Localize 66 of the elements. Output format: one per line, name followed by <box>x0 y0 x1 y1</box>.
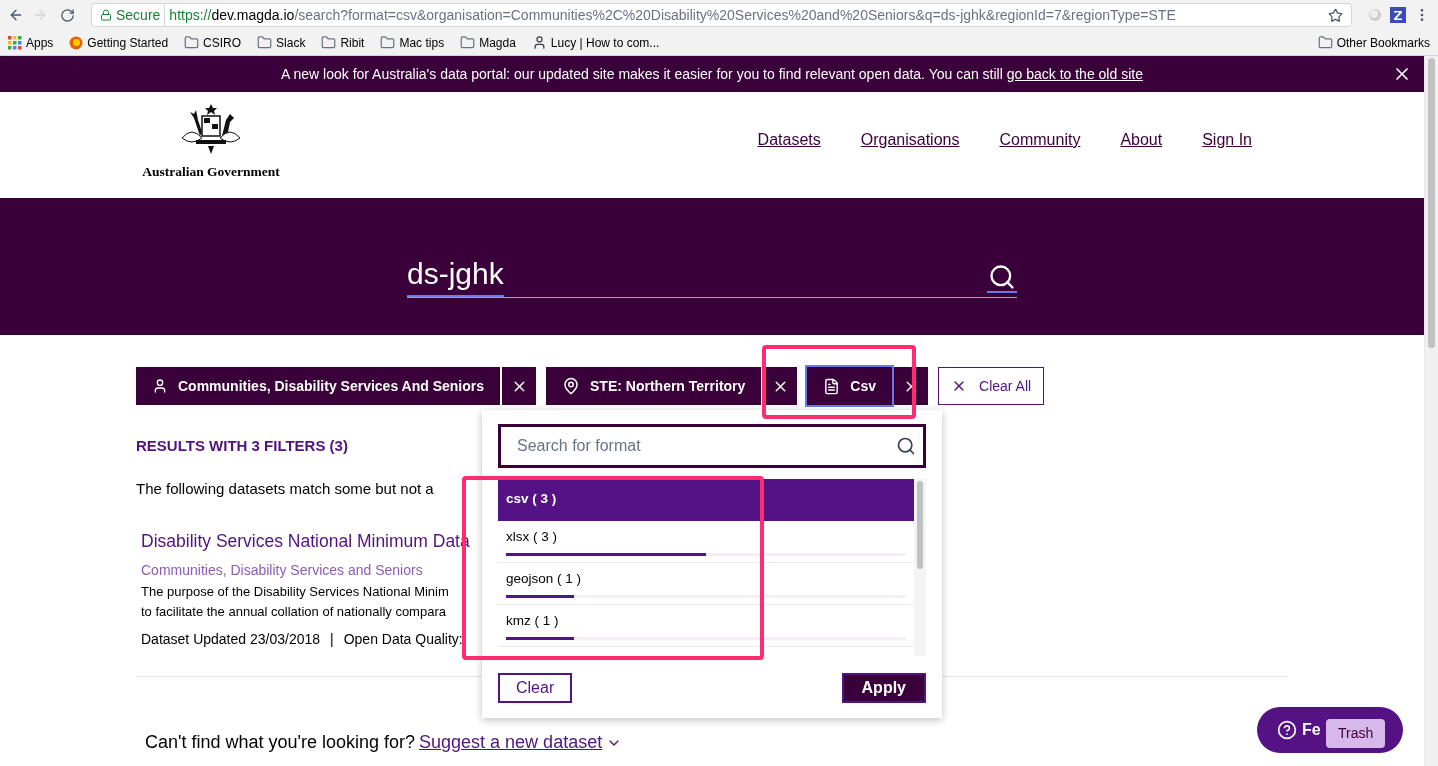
tooltip: Trash <box>1326 719 1386 748</box>
folder-icon <box>321 35 337 50</box>
filter-button[interactable]: Csv <box>807 367 893 405</box>
bookmark-link[interactable]: Lucy | How to com... <box>550 33 660 52</box>
lock-icon <box>100 9 112 21</box>
banner-text: A new look for Australia's data portal: our updated site makes it easier for you to find relevant open data. You can still go back to the old site <box>281 64 1143 84</box>
search-field[interactable]: ds-jghk <box>407 251 1017 298</box>
results-heading: RESULTS WITH 3 FILTERS (3) <box>136 436 348 456</box>
nav-link[interactable]: Datasets <box>757 128 821 152</box>
search-icon[interactable] <box>987 262 1017 293</box>
folder-icon <box>184 35 200 50</box>
person-icon <box>531 35 547 50</box>
filter-button[interactable]: Communities, Disability Services And Seniors <box>136 367 501 405</box>
bookmark-link[interactable]: Ribit <box>340 33 365 52</box>
secure-label: Secure <box>116 4 166 26</box>
list-scrollbar[interactable] <box>914 479 926 656</box>
old-site-link[interactable]: go back to the old site <box>1006 65 1143 82</box>
dataset-publisher: Communities, Disability Services and Seniors <box>141 561 423 581</box>
separator: | <box>330 630 334 650</box>
bookmark-link[interactable]: Slack <box>276 33 306 52</box>
address-bar[interactable]: Secure https://dev.magda.io/search?format=csv&organisation=Communities%2C%20Disability%20Services%20and%20Seniors&q=ds-jghk&regionId=7&regionType=STE <box>91 3 1352 27</box>
reload-icon[interactable] <box>60 7 75 23</box>
format-option[interactable]: csv ( 3 ) <box>498 479 914 521</box>
help-icon <box>1277 720 1297 740</box>
z-extension-icon[interactable] <box>1390 7 1406 23</box>
bookmark-link[interactable]: Apps <box>26 33 54 52</box>
folder-icon <box>257 35 273 50</box>
clear-button[interactable]: Clear <box>498 673 573 703</box>
remove-filter-button[interactable] <box>502 367 537 405</box>
dataset-description-line: to facilitate the annual collation of nationally compara <box>141 603 446 622</box>
format-option[interactable]: xlsx ( 3 ) <box>498 521 914 563</box>
globe-icon <box>69 35 84 50</box>
nav-link[interactable]: Sign In <box>1202 128 1252 152</box>
apps-grid-icon <box>8 35 22 50</box>
back-icon[interactable] <box>8 7 24 23</box>
folder-icon <box>380 35 396 50</box>
quality-label: Open Data Quality: <box>343 630 463 650</box>
bookmark-link[interactable]: CSIRO <box>203 33 242 52</box>
clear-all-button[interactable]: Clear All <box>938 367 1045 405</box>
bookmark-link[interactable]: Mac tips <box>399 33 445 52</box>
logo-text: Australian Government <box>142 163 280 181</box>
folder-icon <box>460 35 476 50</box>
folder-icon <box>1317 35 1333 50</box>
format-option[interactable]: kmz ( 1 ) <box>498 605 914 647</box>
document-icon <box>823 377 841 395</box>
apply-button[interactable]: Apply <box>841 673 926 703</box>
page-scrollbar[interactable] <box>1424 56 1438 766</box>
format-option[interactable]: geojson ( 1 ) <box>498 563 914 605</box>
url-text: https://dev.magda.io/search?format=csv&organisation=Communities%2C%20Disability%20Services%20and%20Seniors&q=ds-jghk&regionId=7&regionType=STE <box>169 5 1176 25</box>
results-note: The following datasets match some but not a <box>136 478 434 499</box>
format-search-field[interactable]: Search for format <box>498 424 926 468</box>
nav-link[interactable]: About <box>1120 128 1163 152</box>
nav-link[interactable]: Community <box>999 128 1081 152</box>
nav-link[interactable]: Organisations <box>860 128 960 152</box>
bookmark-link[interactable]: Other Bookmarks <box>1336 33 1430 52</box>
footer-question: Can't find what you're looking for? <box>145 731 416 755</box>
dataset-description-line: The purpose of the Disability Services National Minim <box>141 583 449 602</box>
map-pin-icon <box>562 377 581 395</box>
bookmark-link[interactable]: Magda <box>479 33 516 52</box>
dataset-updated: Dataset Updated 23/03/2018 <box>141 630 321 650</box>
bookmark-link[interactable]: Getting Started <box>87 33 169 52</box>
suggest-dataset-link[interactable]: Suggest a new dataset <box>419 729 603 757</box>
search-icon[interactable] <box>896 436 916 456</box>
filter-button[interactable]: STE: Northern Territory <box>546 367 762 405</box>
bookmark-star-icon[interactable] <box>1328 7 1343 23</box>
person-icon <box>152 378 168 394</box>
